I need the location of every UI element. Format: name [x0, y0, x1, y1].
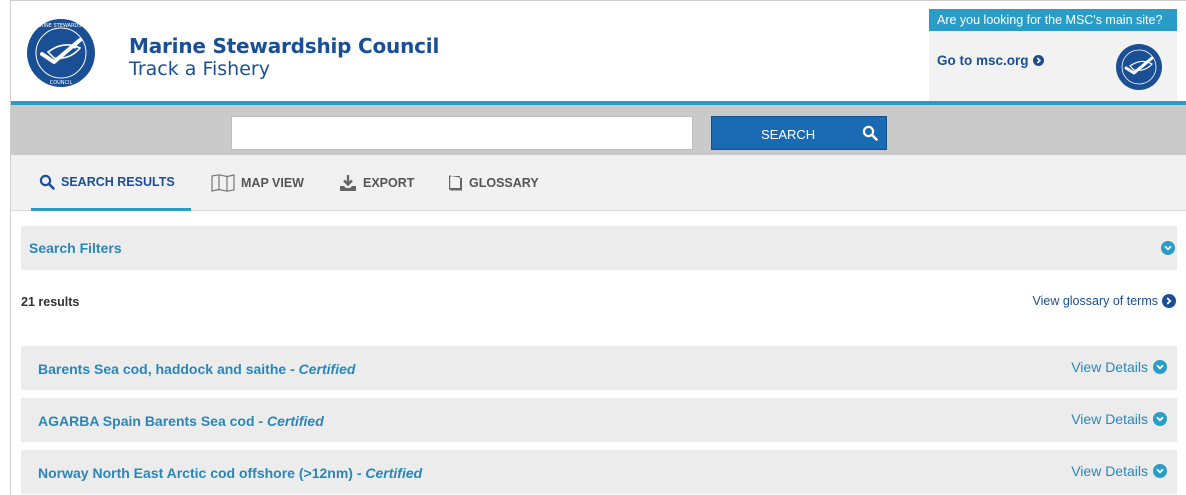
tab-map-view[interactable]: MAP VIEW [211, 155, 304, 211]
search-button-label: SEARCH [761, 127, 816, 142]
chevron-right-circle-icon [1032, 55, 1044, 66]
brand-subtitle: Track a Fishery [129, 58, 270, 80]
msc-fish-logo-icon[interactable] [1115, 43, 1163, 91]
view-details-button[interactable]: View Details [1071, 359, 1167, 375]
result-row[interactable]: Barents Sea cod, haddock and saithe - Ce… [21, 346, 1177, 390]
page-frame: MARINE STEWARDSHIP COUNCIL Marine Stewar… [10, 0, 1186, 495]
site-header: MARINE STEWARDSHIP COUNCIL Marine Stewar… [11, 1, 1186, 105]
msc-main-site-box: Are you looking for the MSC's main site?… [929, 9, 1177, 101]
search-button[interactable]: SEARCH [711, 116, 887, 150]
book-icon [449, 175, 462, 191]
search-bar: SEARCH [11, 105, 1186, 155]
result-row[interactable]: Norway North East Arctic cod offshore (>… [21, 450, 1177, 494]
map-icon [211, 174, 235, 192]
title-separator: - [254, 413, 267, 429]
results-count: 21 results [21, 295, 80, 309]
msc-banner-text: Are you looking for the MSC's main site? [929, 9, 1177, 31]
view-details-button[interactable]: View Details [1071, 463, 1167, 479]
fishery-name: Norway North East Arctic cod offshore (>… [38, 465, 353, 481]
search-filters-toggle[interactable]: Search Filters [21, 226, 1177, 270]
certification-status: Certified [266, 413, 324, 429]
view-glossary-link[interactable]: View glossary of terms [1032, 294, 1176, 308]
view-details-label: View Details [1071, 463, 1148, 479]
title-separator: - [352, 465, 366, 481]
chevron-down-icon [1153, 464, 1167, 478]
view-details-label: View Details [1071, 359, 1148, 375]
msc-logo-icon[interactable]: MARINE STEWARDSHIP COUNCIL [26, 18, 96, 88]
tab-label: MAP VIEW [241, 176, 304, 190]
tab-label: GLOSSARY [469, 176, 539, 190]
chevron-right-circle-icon [1162, 294, 1176, 308]
chevron-down-icon [1153, 360, 1167, 374]
certification-status: Certified [365, 465, 423, 481]
view-details-label: View Details [1071, 411, 1148, 427]
result-title[interactable]: AGARBA Spain Barents Sea cod - Certified [38, 413, 324, 429]
certification-status: Certified [298, 361, 356, 377]
tab-label: SEARCH RESULTS [61, 174, 175, 189]
tab-export[interactable]: EXPORT [339, 155, 414, 211]
download-icon [340, 175, 356, 191]
tab-glossary[interactable]: GLOSSARY [449, 155, 539, 211]
brand-title[interactable]: Marine Stewardship Council [129, 35, 439, 57]
result-title[interactable]: Barents Sea cod, haddock and saithe - Ce… [38, 361, 355, 377]
view-tabs: SEARCH RESULTS MAP VIEW EXPORT GLOSSARY [11, 155, 1186, 211]
view-details-button[interactable]: View Details [1071, 411, 1167, 427]
search-icon [39, 174, 55, 190]
brand: Marine Stewardship Council Track a Fishe… [129, 35, 439, 81]
chevron-down-icon [1161, 241, 1175, 255]
result-title[interactable]: Norway North East Arctic cod offshore (>… [38, 465, 422, 481]
title-separator: - [286, 361, 299, 377]
fishery-name: Barents Sea cod, haddock and saithe [38, 361, 287, 377]
result-row[interactable]: AGARBA Spain Barents Sea cod - Certified… [21, 398, 1177, 442]
svg-text:COUNCIL: COUNCIL [50, 80, 73, 86]
chevron-down-icon [1153, 412, 1167, 426]
go-to-msc-label: Go to msc.org [937, 53, 1029, 68]
view-glossary-label: View glossary of terms [1032, 294, 1158, 308]
fishery-name: AGARBA Spain Barents Sea cod [38, 413, 255, 429]
search-input[interactable] [231, 116, 693, 150]
search-filters-label: Search Filters [29, 240, 122, 256]
svg-text:MARINE STEWARDSHIP: MARINE STEWARDSHIP [32, 23, 89, 29]
tab-search-results[interactable]: SEARCH RESULTS [31, 155, 191, 211]
search-icon [862, 125, 878, 141]
go-to-msc-link[interactable]: Go to msc.org [937, 53, 1044, 68]
tab-label: EXPORT [363, 176, 415, 190]
